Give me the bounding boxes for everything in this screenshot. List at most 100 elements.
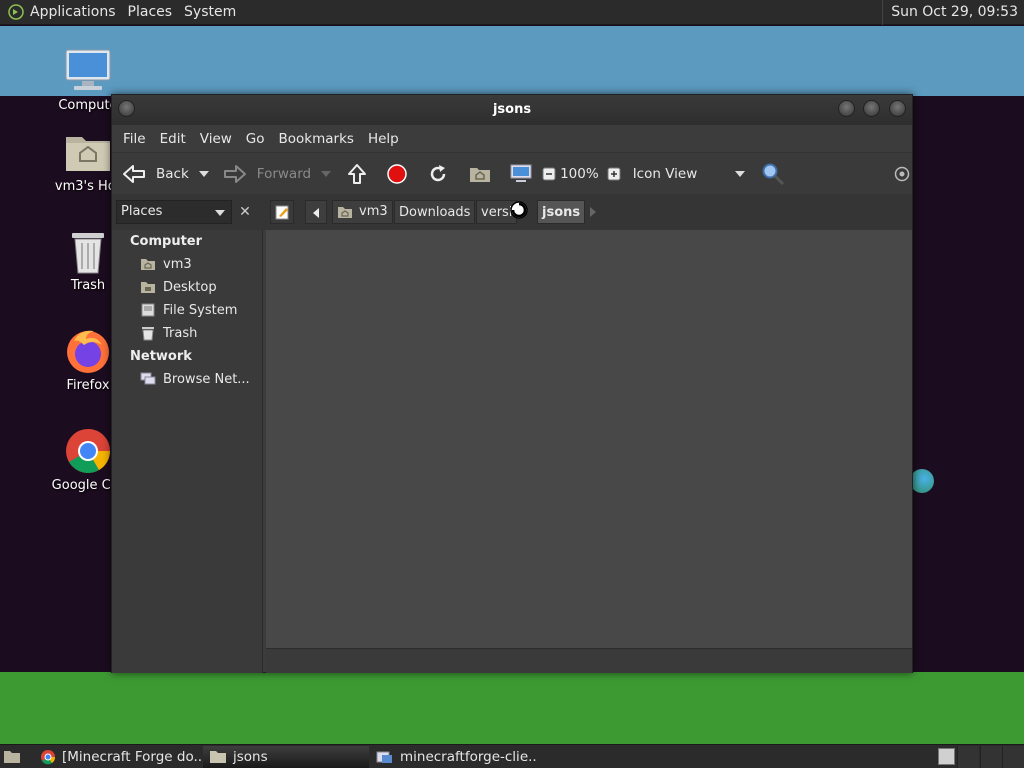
home-folder-icon	[139, 256, 157, 272]
back-button[interactable]: Back	[122, 159, 189, 189]
menu-go[interactable]: Go	[239, 131, 272, 147]
taskbar-item-jsons[interactable]: jsons	[203, 746, 369, 768]
show-desktop-button[interactable]	[0, 746, 26, 768]
workspace-3-button[interactable]	[980, 746, 1002, 768]
forward-label: Forward	[256, 165, 312, 182]
breadcrumb-scroll-left[interactable]	[305, 200, 327, 224]
home-folder-icon	[63, 127, 113, 177]
breadcrumb-scroll-right[interactable]	[590, 206, 596, 221]
sidebar-heading-network: Network	[130, 349, 192, 364]
sidebar-item-vm3[interactable]: vm3	[139, 256, 192, 272]
stop-button[interactable]	[387, 159, 407, 189]
breadcrumb-jsons[interactable]: jsons	[537, 200, 586, 224]
back-history-dropdown[interactable]	[198, 159, 209, 189]
chevron-down-icon	[215, 210, 225, 216]
applications-menu[interactable]: Applications	[0, 0, 122, 25]
chevron-left-icon	[313, 208, 319, 218]
window-menu-icon[interactable]	[118, 100, 135, 117]
window-title: jsons	[492, 102, 532, 117]
sidebar-item-desktop[interactable]: Desktop	[139, 279, 217, 295]
menu-edit[interactable]: Edit	[153, 131, 193, 147]
forward-history-dropdown[interactable]	[321, 159, 332, 189]
taskbar-item-label: minecraftforge-clie...	[400, 749, 536, 765]
zoom-out-button[interactable]	[542, 159, 556, 189]
computer-button[interactable]	[510, 159, 532, 189]
breadcrumb-label: vm3	[359, 204, 388, 219]
sidebar-item-label: Desktop	[163, 279, 217, 295]
drive-icon	[139, 302, 157, 318]
wallpaper-orb	[910, 469, 934, 493]
chevron-down-icon	[735, 170, 746, 177]
menu-view[interactable]: View	[193, 131, 239, 147]
edit-icon	[275, 205, 289, 220]
workspace-4-button[interactable]	[1002, 746, 1024, 768]
view-mode-label: Icon View	[632, 165, 698, 182]
sidebar-item-browse-network[interactable]: Browse Net...	[139, 371, 250, 387]
file-view-area[interactable]	[266, 230, 912, 648]
sidebar-type-select[interactable]: Places	[116, 200, 232, 224]
toggle-location-entry-button[interactable]	[270, 200, 294, 224]
view-mode-select[interactable]: Icon View	[633, 159, 746, 189]
zoom-level: 100%	[560, 165, 599, 182]
clock[interactable]: Sun Oct 29, 09:53	[882, 0, 1024, 25]
sidebar-item-label: Trash	[163, 325, 198, 341]
breadcrumb-downloads[interactable]: Downloads	[394, 200, 476, 224]
file-manager-window: jsons File Edit View Go Bookmarks Help B…	[111, 94, 913, 673]
home-folder-icon	[470, 167, 491, 182]
window-titlebar[interactable]: jsons	[112, 95, 912, 125]
close-button[interactable]	[889, 100, 906, 117]
minimize-button[interactable]	[838, 100, 855, 117]
mate-logo-icon	[8, 4, 24, 20]
wallpaper-grass	[0, 672, 1024, 744]
up-button[interactable]	[347, 159, 367, 189]
throbber-icon	[894, 166, 910, 182]
reload-button[interactable]	[428, 159, 448, 189]
sidebar-item-label: Browse Net...	[163, 371, 250, 387]
maximize-button[interactable]	[863, 100, 880, 117]
trash-icon	[63, 226, 113, 276]
toolbar: Back Forward 100% Icon View	[112, 152, 912, 194]
forward-button[interactable]: Forward	[223, 159, 311, 189]
taskbar-item-minecraftforge[interactable]: minecraftforge-clie...	[370, 746, 536, 768]
sidebar-item-file-system[interactable]: File System	[139, 302, 237, 318]
system-menu[interactable]: System	[178, 0, 242, 25]
search-button[interactable]	[761, 159, 785, 189]
sidebar-item-trash[interactable]: Trash	[139, 325, 197, 341]
wallpaper-sky	[0, 26, 1024, 96]
show-desktop-icon	[4, 751, 20, 763]
forward-arrow-icon	[223, 164, 246, 183]
chrome-icon	[63, 426, 113, 476]
breadcrumb-label: versi	[481, 205, 513, 220]
folder-icon	[210, 751, 226, 763]
stop-icon	[387, 163, 407, 184]
trash-icon	[139, 325, 157, 341]
sidebar-type-label: Places	[121, 204, 163, 219]
chevron-down-icon	[321, 170, 332, 177]
back-arrow-icon	[123, 164, 145, 183]
reload-icon	[430, 164, 446, 181]
chevron-right-icon	[590, 207, 596, 217]
close-sidebar-button[interactable]: ✕	[235, 200, 255, 224]
chrome-icon	[41, 750, 56, 765]
menubar: File Edit View Go Bookmarks Help	[112, 125, 912, 152]
workspace-2-button[interactable]	[957, 746, 979, 768]
zoom-in-button[interactable]	[607, 159, 621, 189]
taskbar-item-chrome[interactable]: [Minecraft Forge do...	[34, 746, 202, 768]
home-button[interactable]	[469, 159, 491, 189]
throbber	[894, 159, 910, 189]
chevron-down-icon	[198, 170, 209, 177]
top-panel: Applications Places System Sun Oct 29, 0…	[0, 0, 1024, 25]
breadcrumb-vm3[interactable]: vm3	[332, 200, 393, 224]
sidebar-heading-computer: Computer	[130, 234, 203, 249]
home-folder-icon	[338, 207, 352, 218]
zoom-out-icon	[542, 167, 556, 180]
places-menu[interactable]: Places	[122, 0, 179, 25]
desktop-folder-icon	[139, 279, 157, 295]
menu-help[interactable]: Help	[361, 131, 406, 147]
workspace-1-button[interactable]	[938, 748, 955, 765]
sidebar-item-label: File System	[163, 302, 238, 318]
location-bar: Places ✕ vm3 Downloads versi jsons	[112, 194, 912, 230]
menu-file[interactable]: File	[116, 131, 153, 147]
installer-icon	[376, 751, 392, 763]
menu-bookmarks[interactable]: Bookmarks	[272, 131, 361, 147]
